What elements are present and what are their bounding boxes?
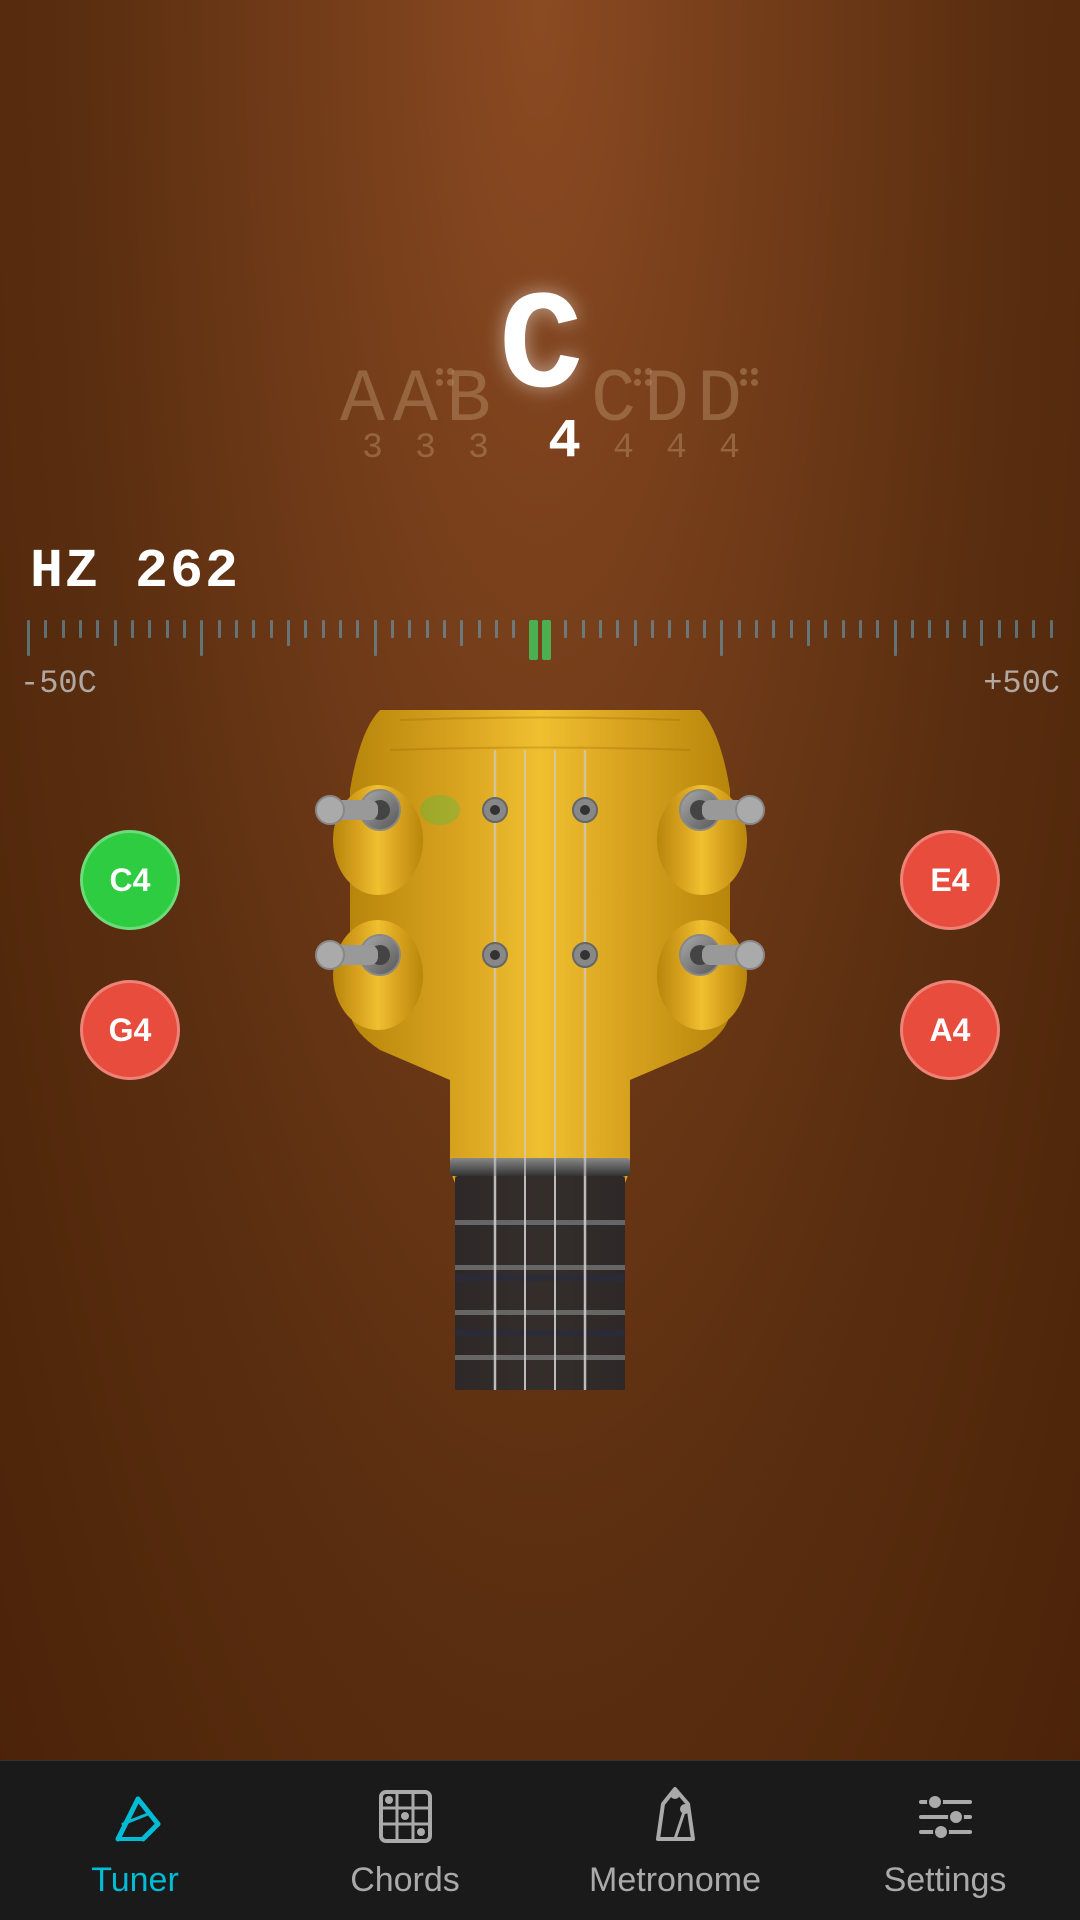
nav-item-chords[interactable]: Chords <box>305 1781 505 1900</box>
chords-label: Chords <box>350 1861 460 1900</box>
note-c4-active: C 4 <box>499 280 581 473</box>
string-badge-c4[interactable]: C4 <box>80 830 180 930</box>
note-a3: A 3 <box>340 363 383 473</box>
cents-ticks <box>20 620 1060 660</box>
string-badge-g4[interactable]: G4 <box>80 980 180 1080</box>
note-csharp4: C 4 <box>591 363 634 473</box>
headstock-svg <box>300 710 780 1390</box>
tuner-label: Tuner <box>91 1861 179 1900</box>
string-badge-e4[interactable]: E4 <box>900 830 1000 930</box>
cents-max-label: +50C <box>983 665 1060 702</box>
frequency-display: HZ 262 <box>30 540 240 603</box>
note-b3: B 3 <box>446 363 489 473</box>
cents-meter: -50C +50C <box>20 620 1060 702</box>
cents-indicator <box>529 620 551 660</box>
nav-item-settings[interactable]: Settings <box>845 1781 1045 1900</box>
guitar-area: C4 E4 G4 A4 <box>0 700 1080 1770</box>
metronome-label: Metronome <box>589 1861 761 1900</box>
chords-icon <box>370 1781 440 1851</box>
note-asharp3: A 3 <box>393 363 436 473</box>
bottom-nav: Tuner Chords <box>0 1760 1080 1920</box>
string-badge-a4[interactable]: A4 <box>900 980 1000 1080</box>
metronome-icon <box>640 1781 710 1851</box>
settings-icon <box>910 1781 980 1851</box>
tuner-icon <box>100 1781 170 1851</box>
note-d4: D 4 <box>644 363 687 473</box>
nav-item-metronome[interactable]: Metronome <box>575 1781 775 1900</box>
nav-item-tuner[interactable]: Tuner <box>35 1781 235 1900</box>
cents-min-label: -50C <box>20 665 97 702</box>
note-dsharp4: D 4 <box>697 363 740 473</box>
note-display: A 3 A 3 B 3 C 4 C <box>0 280 1080 473</box>
settings-label: Settings <box>884 1861 1007 1900</box>
cents-labels: -50C +50C <box>20 665 1060 702</box>
